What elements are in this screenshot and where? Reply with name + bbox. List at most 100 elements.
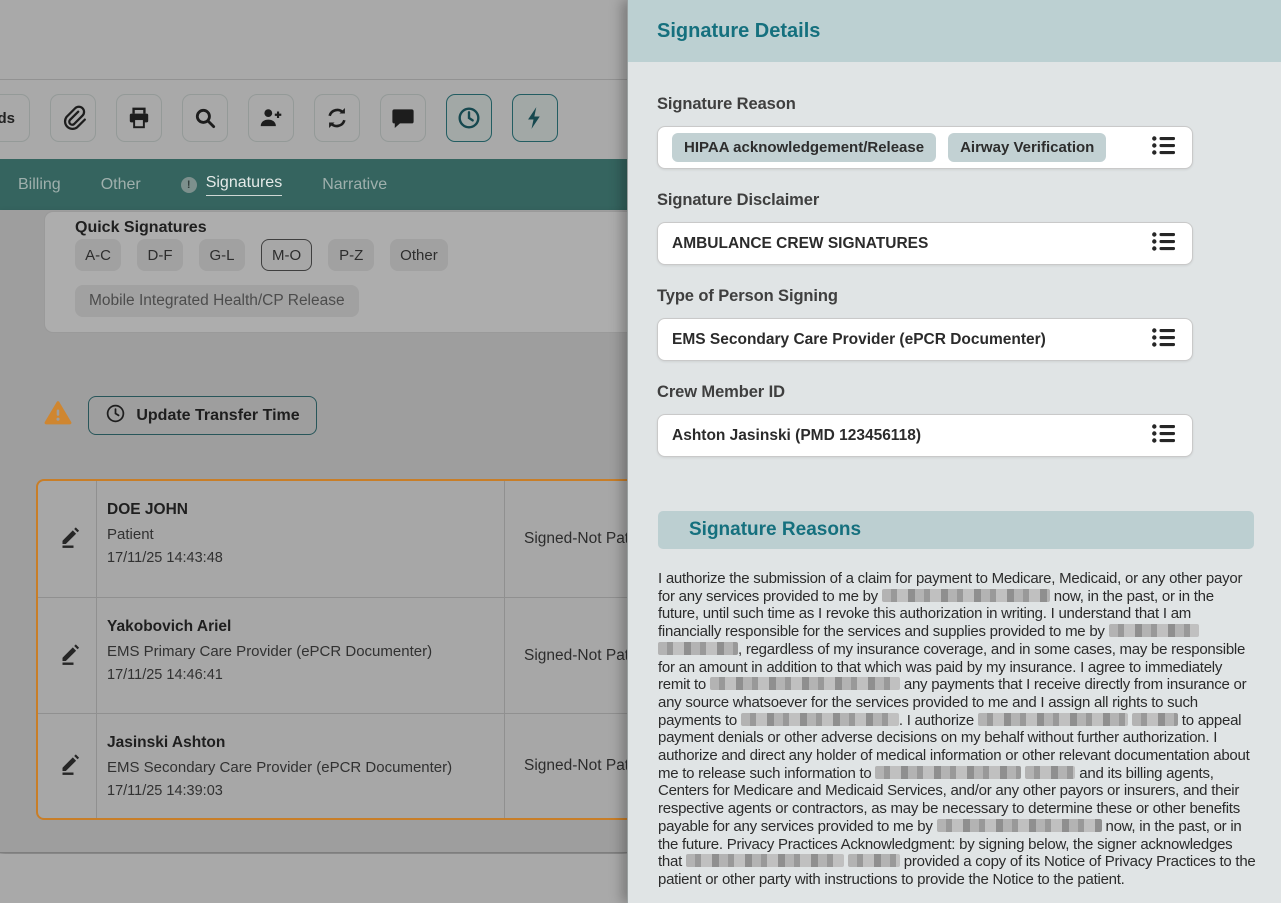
- signer-name: DOE JOHN: [107, 501, 223, 519]
- list-picker-icon[interactable]: [1151, 422, 1178, 449]
- type-of-person-value: EMS Secondary Care Provider (ePCR Docume…: [672, 331, 1046, 349]
- crew-member-id-value: Ashton Jasinski (PMD 123456118): [672, 427, 921, 445]
- redacted-text: [848, 854, 900, 867]
- signature-status: Signed-Not Pat: [524, 530, 627, 548]
- redacted-text: [875, 766, 1021, 779]
- search-button[interactable]: [182, 94, 228, 142]
- signature-reasons-text: I authorize the submission of a claim fo…: [658, 570, 1256, 889]
- fields-button-label: lds: [0, 110, 15, 127]
- edit-pencil-icon[interactable]: [58, 525, 82, 554]
- add-person-icon: [258, 105, 284, 131]
- edit-pencil-icon[interactable]: [58, 641, 82, 670]
- list-picker-icon[interactable]: [1151, 134, 1178, 161]
- type-of-person-field[interactable]: EMS Secondary Care Provider (ePCR Docume…: [657, 318, 1193, 361]
- type-of-person-label: Type of Person Signing: [657, 287, 1193, 306]
- signature-status: Signed-Not Pat: [524, 757, 627, 775]
- signature-reason-field[interactable]: HIPAA acknowledgement/Release Airway Ver…: [657, 126, 1193, 169]
- tab-signatures-label: Signatures: [206, 174, 283, 196]
- redacted-text: [882, 589, 1050, 602]
- redacted-text: [978, 713, 1128, 726]
- history-clock-icon: [456, 105, 482, 131]
- quick-actions-lightning-icon: [522, 105, 548, 131]
- signature-disclaimer-label: Signature Disclaimer: [657, 191, 1193, 210]
- update-transfer-time-button[interactable]: Update Transfer Time: [88, 396, 317, 435]
- reason-chip-hipaa[interactable]: HIPAA acknowledgement/Release: [672, 133, 936, 162]
- signature-reason-chips: HIPAA acknowledgement/Release Airway Ver…: [672, 133, 1106, 162]
- quick-signature-range-buttons: A-C D-F G-L M-O P-Z Other: [75, 239, 448, 271]
- print-icon: [126, 105, 152, 131]
- chat-button[interactable]: [380, 94, 426, 142]
- signer-name: Jasinski Ashton: [107, 734, 452, 752]
- signatures-tab-content: Quick Signatures A-C D-F G-L M-O P-Z Oth…: [0, 210, 627, 853]
- range-button-df[interactable]: D-F: [137, 239, 183, 271]
- crew-member-id-field[interactable]: Ashton Jasinski (PMD 123456118): [657, 414, 1193, 457]
- signer-name: Yakobovich Ariel: [107, 618, 432, 636]
- redacted-text: [710, 677, 900, 690]
- signature-disclaimer-field[interactable]: AMBULANCE CREW SIGNATURES: [657, 222, 1193, 265]
- redacted-text: [658, 642, 738, 655]
- signature-reason-group: Signature Reason HIPAA acknowledgement/R…: [657, 95, 1193, 114]
- quick-actions-button[interactable]: [512, 94, 558, 142]
- signer-role: Patient: [107, 526, 223, 543]
- tab-billing[interactable]: Billing: [18, 176, 61, 194]
- print-button[interactable]: [116, 94, 162, 142]
- signature-disclaimer-group: Signature Disclaimer AMBULANCE CREW SIGN…: [657, 191, 1193, 210]
- signature-disclaimer-value: AMBULANCE CREW SIGNATURES: [672, 235, 928, 253]
- attachment-icon: [60, 105, 86, 131]
- app-window: lds: [0, 0, 1281, 903]
- range-button-pz[interactable]: P-Z: [328, 239, 374, 271]
- signatures-table: DOE JOHN Patient 17/11/25 14:43:48 Signe…: [36, 479, 627, 820]
- redacted-text: [1132, 713, 1178, 726]
- refresh-button[interactable]: [314, 94, 360, 142]
- signature-status: Signed-Not Pat: [524, 647, 627, 665]
- tab-narrative[interactable]: Narrative: [322, 176, 387, 194]
- signature-row-yakobovich[interactable]: Yakobovich Ariel EMS Primary Care Provid…: [38, 598, 627, 713]
- report-toolbar: lds: [0, 94, 558, 142]
- tab-other[interactable]: Other: [101, 176, 141, 194]
- reason-chip-airway[interactable]: Airway Verification: [948, 133, 1106, 162]
- signature-timestamp: 17/11/25 14:43:48: [107, 550, 223, 566]
- edit-pencil-icon[interactable]: [58, 752, 82, 781]
- fields-button[interactable]: lds: [0, 94, 30, 142]
- range-button-gl[interactable]: G-L: [199, 239, 245, 271]
- history-button[interactable]: [446, 94, 492, 142]
- redacted-text: [1109, 624, 1199, 637]
- signature-details-panel: Signature Details Signature Reason HIPAA…: [627, 0, 1281, 903]
- signer-role: EMS Primary Care Provider (ePCR Document…: [107, 643, 432, 660]
- list-picker-icon[interactable]: [1151, 326, 1178, 353]
- warning-icon: [44, 400, 72, 426]
- dimmed-report-area: lds: [0, 0, 627, 903]
- signature-reasons-band: Signature Reasons: [658, 511, 1254, 549]
- signature-timestamp: 17/11/25 14:39:03: [107, 783, 452, 799]
- signature-reason-label: Signature Reason: [657, 95, 1193, 114]
- attachment-button[interactable]: [50, 94, 96, 142]
- redacted-text: [1025, 766, 1075, 779]
- tab-signatures[interactable]: ! Signatures: [181, 174, 283, 196]
- chat-icon: [390, 105, 416, 131]
- clock-icon: [105, 403, 126, 429]
- range-button-mo[interactable]: M-O: [261, 239, 312, 271]
- signature-row-doe-john[interactable]: DOE JOHN Patient 17/11/25 14:43:48 Signe…: [38, 481, 627, 597]
- quick-signatures-title: Quick Signatures: [75, 219, 207, 237]
- add-person-button[interactable]: [248, 94, 294, 142]
- crew-member-id-label: Crew Member ID: [657, 383, 1193, 402]
- panel-header: Signature Details: [628, 0, 1281, 62]
- mih-cp-release-button[interactable]: Mobile Integrated Health/CP Release: [75, 285, 359, 317]
- crew-member-id-group: Crew Member ID Ashton Jasinski (PMD 1234…: [657, 383, 1193, 402]
- quick-signatures-card: Quick Signatures A-C D-F G-L M-O P-Z Oth…: [44, 211, 627, 333]
- divider: [0, 79, 627, 80]
- redacted-text: [937, 819, 1102, 832]
- page-background: [0, 854, 627, 903]
- report-tabbar: Billing Other ! Signatures Narrative: [0, 159, 627, 210]
- signature-reasons-title: Signature Reasons: [689, 519, 861, 541]
- refresh-icon: [324, 105, 350, 131]
- signature-timestamp: 17/11/25 14:46:41: [107, 667, 432, 683]
- range-button-other[interactable]: Other: [390, 239, 448, 271]
- panel-title: Signature Details: [657, 20, 820, 43]
- list-picker-icon[interactable]: [1151, 230, 1178, 257]
- signer-role: EMS Secondary Care Provider (ePCR Docume…: [107, 759, 452, 776]
- type-of-person-group: Type of Person Signing EMS Secondary Car…: [657, 287, 1193, 306]
- search-icon: [192, 105, 218, 131]
- signature-row-jasinski[interactable]: Jasinski Ashton EMS Secondary Care Provi…: [38, 714, 627, 818]
- range-button-ac[interactable]: A-C: [75, 239, 121, 271]
